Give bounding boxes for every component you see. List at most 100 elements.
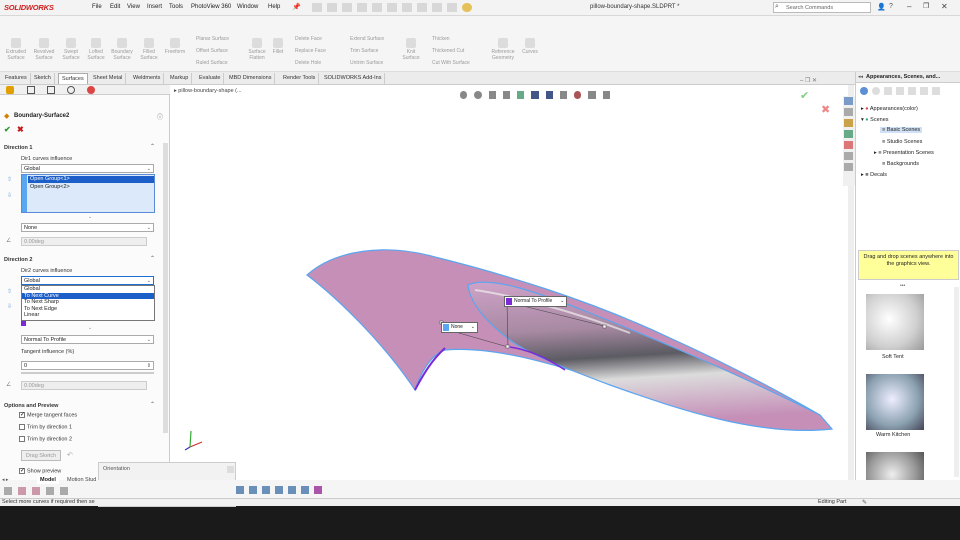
fillet-button[interactable]: Fillet: [270, 38, 286, 55]
delete-hole-button[interactable]: Delete Hole: [295, 60, 321, 66]
tab-sketch[interactable]: Sketch: [31, 73, 55, 84]
save-icon[interactable]: [357, 3, 367, 12]
splitter-icon[interactable]: •••: [900, 283, 905, 289]
help-icon[interactable]: ⓘ: [157, 112, 163, 121]
dir2-angle-input[interactable]: 0.00deg: [21, 381, 147, 390]
checkbox-checked-icon[interactable]: [19, 467, 25, 474]
move-down-icon[interactable]: ⇩: [7, 192, 12, 199]
soft-tent-thumbnail[interactable]: [866, 294, 924, 350]
freeform-button[interactable]: Freeform: [162, 38, 188, 55]
menu-edit[interactable]: Edit: [110, 4, 120, 10]
convert-icon[interactable]: [314, 486, 322, 494]
trim-dir1-checkbox[interactable]: Trim by direction 1: [19, 424, 72, 430]
thicken-button[interactable]: Thicken: [432, 36, 450, 42]
line-icon[interactable]: [236, 486, 244, 494]
tree-scenes[interactable]: ▾ ● Scenes: [861, 117, 889, 123]
tangent-slider[interactable]: [21, 372, 154, 374]
trim-dir2-checkbox[interactable]: Trim by direction 2: [19, 436, 72, 442]
resources-icon[interactable]: [844, 97, 853, 105]
print-icon[interactable]: [372, 3, 382, 12]
checkbox-icon[interactable]: [19, 436, 25, 442]
tab-weldments[interactable]: Weldments: [130, 73, 165, 84]
view-palette-icon[interactable]: [844, 130, 853, 138]
menu-file[interactable]: File: [92, 4, 102, 10]
filled-surface-button[interactable]: Filled Surface: [137, 38, 161, 61]
close-icon[interactable]: ✕: [941, 2, 948, 11]
tree-studio-scenes[interactable]: ■ Studio Scenes: [882, 139, 922, 145]
pin-icon[interactable]: 📌: [292, 3, 301, 11]
spline-icon[interactable]: [262, 486, 270, 494]
tree-backgrounds[interactable]: ■ Backgrounds: [882, 161, 919, 167]
checkbox-icon[interactable]: [19, 424, 25, 430]
list-item[interactable]: Open Group<2>: [28, 184, 70, 191]
planar-surface-button[interactable]: Planar Surface: [196, 36, 229, 42]
tree-appearances[interactable]: ▸ ● Appearances(color): [861, 106, 918, 112]
tab-surfaces[interactable]: Surfaces: [58, 73, 88, 84]
warm-kitchen-thumbnail[interactable]: [866, 374, 924, 430]
lofted-surface-button[interactable]: Lofted Surface: [84, 38, 108, 61]
select-icon[interactable]: [4, 487, 12, 495]
menu-photoview[interactable]: PhotoView 360: [191, 4, 231, 10]
chevron-down-icon[interactable]: ⌄: [560, 297, 564, 306]
tree-decals[interactable]: ▸ ■ Decals: [861, 172, 887, 178]
offset-surface-button[interactable]: Offset Surface: [196, 48, 228, 54]
cancel-button[interactable]: ✖: [17, 125, 24, 134]
thickened-cut-button[interactable]: Thickened Cut: [432, 48, 464, 54]
resize-handle-icon[interactable]: ⌄: [88, 214, 92, 220]
options-gear-icon[interactable]: [462, 3, 472, 12]
resize-handle-icon[interactable]: ⌄: [88, 325, 92, 331]
tab-model[interactable]: Model: [37, 476, 59, 484]
forward-icon[interactable]: [872, 87, 880, 95]
back-icon[interactable]: [860, 87, 868, 95]
dimension-icon[interactable]: [275, 486, 283, 494]
close-icon[interactable]: [227, 466, 234, 473]
search-commands-input[interactable]: Search Commands: [773, 2, 871, 13]
cut-with-surface-button[interactable]: Cut With Surface: [432, 60, 470, 66]
select-icon[interactable]: [417, 3, 427, 12]
menu-tools[interactable]: Tools: [169, 4, 183, 10]
tab-motion-study[interactable]: Motion Stud: [64, 476, 99, 484]
dimxpert-icon[interactable]: [67, 86, 75, 94]
dir2-influence-dropdown[interactable]: Global To Next Curve To Next Sharp To Ne…: [21, 285, 155, 321]
tab-addins[interactable]: SOLIDWORKS Add-Ins: [321, 73, 386, 84]
tangent-callout-none[interactable]: None ⌄: [441, 322, 478, 333]
menu-insert[interactable]: Insert: [147, 4, 162, 10]
spinner-icon[interactable]: ⇕: [147, 362, 151, 370]
menu-window[interactable]: Window: [237, 4, 258, 10]
show-preview-checkbox[interactable]: Show preview: [19, 467, 61, 474]
tangent-callout-normal[interactable]: Normal To Profile ⌄: [504, 296, 568, 307]
chevron-down-icon[interactable]: ⌄: [471, 323, 475, 332]
extruded-surface-button[interactable]: Extruded Surface: [4, 38, 28, 61]
tab-mbd-dimensions[interactable]: MBD Dimensions: [226, 73, 276, 84]
add-folder-icon[interactable]: [908, 87, 916, 95]
new-icon[interactable]: [327, 3, 337, 12]
arc-icon[interactable]: [249, 486, 257, 494]
dir1-influence-select[interactable]: Global ⌄: [21, 164, 154, 173]
menu-help[interactable]: Help: [268, 4, 280, 10]
scene-thumbnail[interactable]: [866, 452, 924, 480]
ok-button[interactable]: ✔: [4, 125, 11, 134]
home-icon[interactable]: [896, 87, 904, 95]
drag-sketch-button[interactable]: Drag Sketch: [21, 450, 61, 461]
dropdown-option[interactable]: Linear: [22, 312, 154, 319]
window-controls-icon[interactable]: – ❐ ✕: [800, 77, 817, 84]
rebuild-icon[interactable]: [432, 3, 442, 12]
file-properties-icon[interactable]: [447, 3, 457, 12]
reference-geometry-button[interactable]: Reference Geometry: [488, 38, 518, 61]
filter-edges-icon[interactable]: [32, 487, 40, 495]
config-manager-icon[interactable]: [47, 86, 55, 94]
revolved-surface-button[interactable]: Revolved Surface: [31, 38, 57, 61]
feature-tree-icon[interactable]: [6, 86, 14, 94]
dir2-influence-select[interactable]: Global ⌄: [21, 276, 154, 285]
dir1-curves-list[interactable]: Open Group<1> Open Group<2>: [21, 174, 155, 213]
handle[interactable]: [602, 324, 607, 329]
dir2-tangent-select[interactable]: Normal To Profile ⌄: [21, 335, 154, 344]
graphics-area[interactable]: ▸ pillow-boundary-shape (... – ❐ ✕ ✔ ✖ N…: [170, 78, 855, 480]
boundary-surface-model[interactable]: [170, 85, 855, 480]
tab-render-tools[interactable]: Render Tools: [280, 73, 320, 84]
home-icon[interactable]: [312, 3, 322, 12]
checkbox-checked-icon[interactable]: [19, 411, 25, 418]
collapse-icon[interactable]: ◂◂: [858, 74, 863, 80]
nav-arrows-icon[interactable]: ◂ ▸: [2, 477, 8, 483]
file-explorer-icon[interactable]: [844, 119, 853, 127]
